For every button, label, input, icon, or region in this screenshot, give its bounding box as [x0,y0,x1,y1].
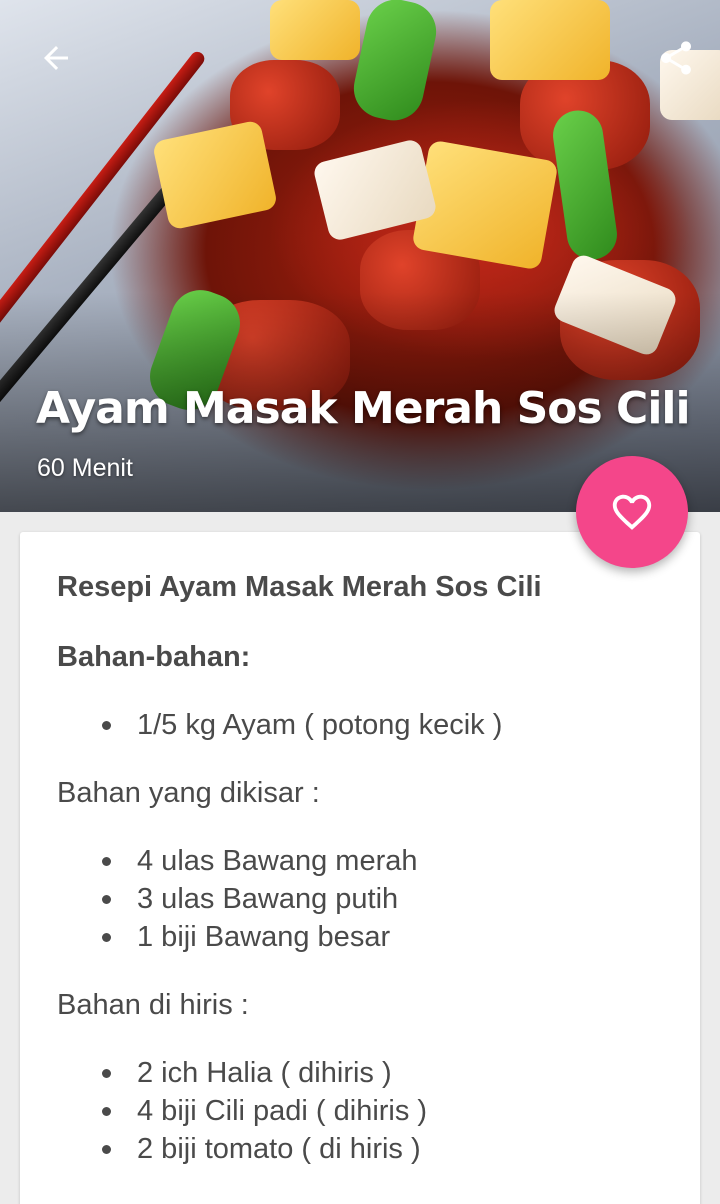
sliced-ingredients-list: 2 ich Halia ( dihiris ) 4 biji Cili padi… [57,1054,677,1168]
heart-outline-icon [612,494,652,530]
share-button[interactable] [648,30,704,86]
main-ingredients-list: 1/5 kg Ayam ( potong kecik ) [57,706,677,744]
blended-heading: Bahan yang dikisar : [57,777,320,809]
recipe-heading: Resepi Ayam Masak Merah Sos Cili [57,571,542,603]
list-item: 2 biji tomato ( di hiris ) [57,1130,677,1168]
arrow-left-icon [44,46,68,70]
share-icon [661,41,691,75]
food-piece [270,0,360,60]
list-item: 3 ulas Bawang putih [57,880,677,918]
list-item: 2 ich Halia ( dihiris ) [57,1054,677,1092]
list-item: 4 biji Cili padi ( dihiris ) [57,1092,677,1130]
favorite-button[interactable] [576,456,688,568]
list-item: 4 ulas Bawang merah [57,842,677,880]
recipe-content: Resepi Ayam Masak Merah Sos Cili Bahan-b… [57,566,677,1168]
blended-ingredients-list: 4 ulas Bawang merah 3 ulas Bawang putih … [57,842,677,956]
food-piece [151,119,279,231]
back-button[interactable] [28,30,84,86]
list-item: 1 biji Bawang besar [57,918,677,956]
ingredients-heading: Bahan-bahan: [57,641,251,673]
food-piece [490,0,610,80]
list-item: 1/5 kg Ayam ( potong kecik ) [57,706,677,744]
recipe-duration: 60 Menit [37,454,133,482]
sliced-heading: Bahan di hiris : [57,989,249,1021]
food-piece [348,0,442,126]
recipe-title: Ayam Masak Merah Sos Cili [36,383,691,434]
